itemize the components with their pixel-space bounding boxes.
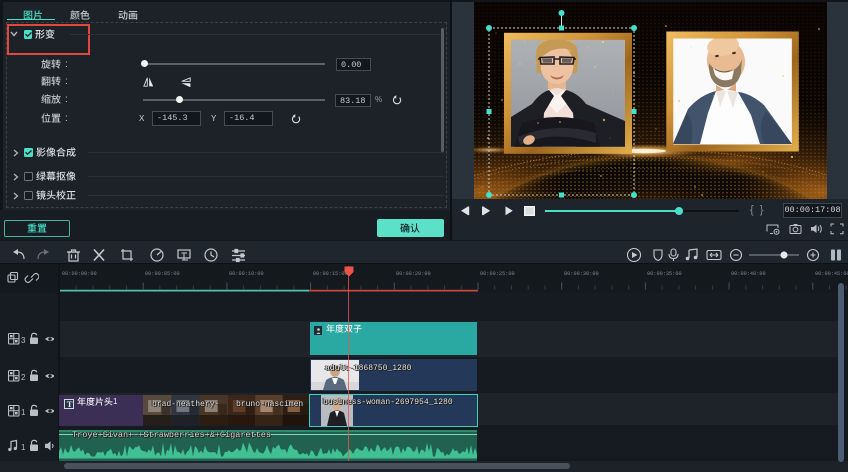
- svg-text:2: 2: [21, 373, 26, 382]
- svg-text:1: 1: [21, 443, 26, 452]
- svg-text:1: 1: [21, 408, 26, 417]
- svg-text:3: 3: [21, 336, 26, 345]
